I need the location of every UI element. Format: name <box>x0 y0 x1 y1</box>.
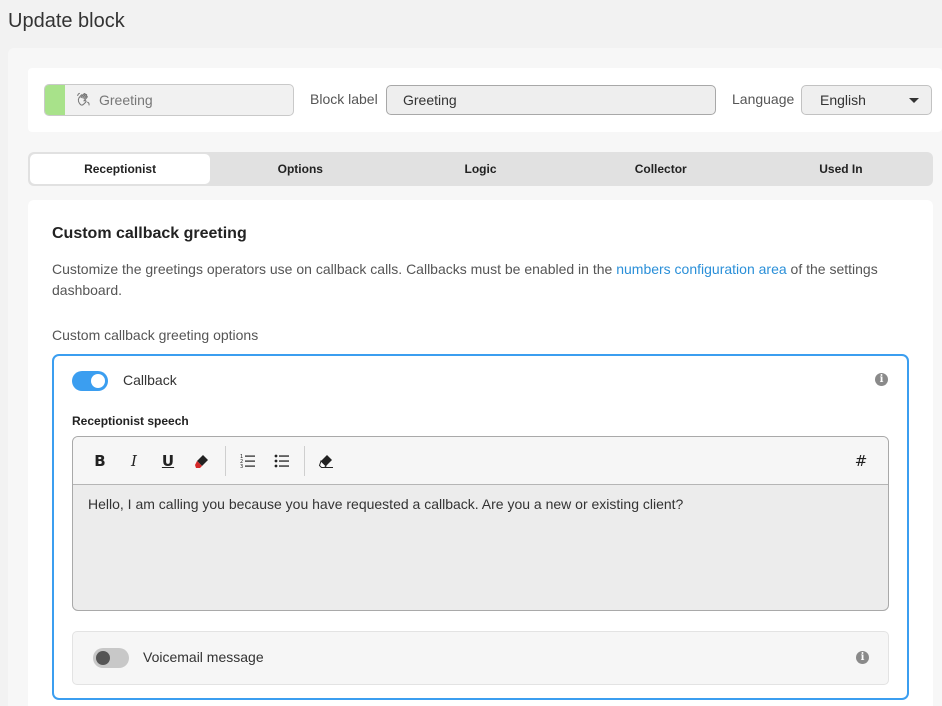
toolbar-divider <box>304 446 305 476</box>
tab-receptionist[interactable]: Receptionist <box>30 154 211 184</box>
toolbar-divider <box>225 446 226 476</box>
bullet-list-icon <box>274 454 289 468</box>
tab-collector[interactable]: Collector <box>571 154 751 184</box>
voicemail-row: Voicemail message i <box>72 631 889 685</box>
language-caption: Language <box>732 91 795 107</box>
caret-down-icon <box>909 98 919 103</box>
block-type-color-bar <box>45 85 65 115</box>
ordered-list-icon: 1 2 3 <box>240 454 255 469</box>
receptionist-speech-label: Receptionist speech <box>72 414 189 428</box>
bullet-list-button[interactable] <box>272 451 292 471</box>
info-icon[interactable]: i <box>856 651 869 664</box>
toggle-knob <box>96 651 110 665</box>
tab-used-in[interactable]: Used In <box>751 154 931 184</box>
italic-button[interactable]: I <box>124 451 144 471</box>
numbers-configuration-link[interactable]: numbers configuration area <box>616 261 786 277</box>
ordered-list-button[interactable]: 1 2 3 <box>238 451 258 471</box>
section-title: Custom callback greeting <box>52 225 247 242</box>
options-label: Custom callback greeting options <box>52 327 259 343</box>
speech-editor: B I U 1 2 3 # Hello, I am calling you be… <box>72 436 889 611</box>
block-label-caption: Block label <box>310 91 378 107</box>
insert-variable-button[interactable]: # <box>851 451 871 471</box>
language-select[interactable]: English <box>801 85 932 115</box>
voicemail-label: Voicemail message <box>143 649 264 665</box>
clear-format-button[interactable] <box>316 451 336 471</box>
tab-logic[interactable]: Logic <box>390 154 570 184</box>
section-description: Customize the greetings operators use on… <box>52 259 902 301</box>
eraser-icon <box>318 455 333 468</box>
block-type-chip: Greeting <box>44 84 294 116</box>
highlight-button[interactable] <box>192 451 212 471</box>
callback-toggle[interactable] <box>72 371 108 391</box>
language-select-value: English <box>820 92 866 108</box>
bold-button[interactable]: B <box>90 451 110 471</box>
section-description-text: Customize the greetings operators use on… <box>52 261 617 277</box>
hand-wave-icon <box>77 92 90 106</box>
svg-text:3: 3 <box>240 464 243 469</box>
editor-toolbar: B I U 1 2 3 # <box>73 437 888 485</box>
callback-label: Callback <box>123 372 177 388</box>
page-title: Update block <box>8 10 125 32</box>
marker-icon <box>195 455 208 468</box>
voicemail-toggle[interactable] <box>93 648 129 668</box>
info-icon[interactable]: i <box>875 373 888 386</box>
underline-button[interactable]: U <box>158 451 178 471</box>
block-label-input[interactable]: Greeting <box>386 85 716 115</box>
speech-textarea[interactable]: Hello, I am calling you because you have… <box>73 485 888 523</box>
tab-bar: Receptionist Options Logic Collector Use… <box>28 152 933 186</box>
block-type-label: Greeting <box>99 92 153 108</box>
toggle-knob <box>91 374 105 388</box>
tab-options[interactable]: Options <box>210 154 390 184</box>
